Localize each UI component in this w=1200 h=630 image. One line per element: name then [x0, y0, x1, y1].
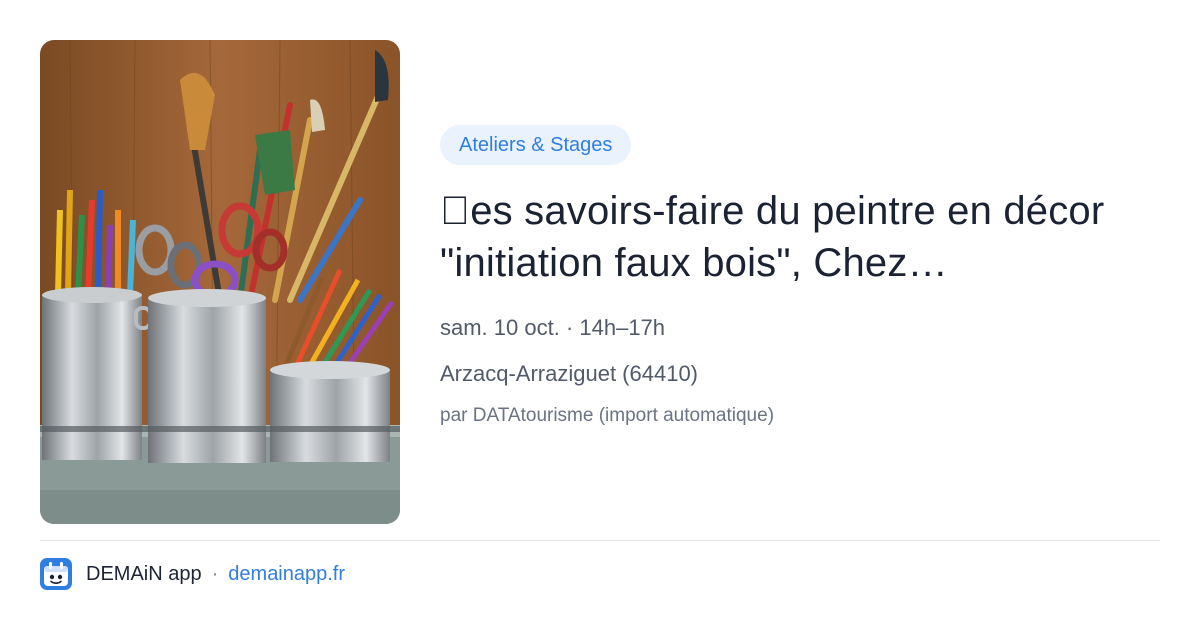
footer-divider: [40, 540, 1160, 541]
event-location: Arzacq-Arraziguet (64410): [440, 361, 699, 386]
category-badge[interactable]: Ateliers & Stages: [440, 125, 632, 165]
event-details: Ateliers & Stages  es savoirs-faire du p…: [440, 125, 1160, 427]
event-photo: [40, 40, 400, 524]
event-title[interactable]:  es savoirs-faire du peintre en décor "i…: [440, 185, 1140, 289]
footer: DEMAiN app · demainapp.fr: [40, 558, 345, 590]
footer-separator: ·: [211, 562, 219, 585]
app-name: DEMAiN app: [86, 562, 202, 585]
event-source: par DATAtourisme (import automatique): [440, 405, 775, 426]
event-datetime: sam. 10 oct. · 14h–17h: [440, 315, 666, 340]
event-preview-card[interactable]: Ateliers & Stages  es savoirs-faire du p…: [0, 0, 1200, 630]
app-website-link[interactable]: demainapp.fr: [228, 563, 345, 586]
demain-app-logo-icon: [40, 558, 72, 590]
